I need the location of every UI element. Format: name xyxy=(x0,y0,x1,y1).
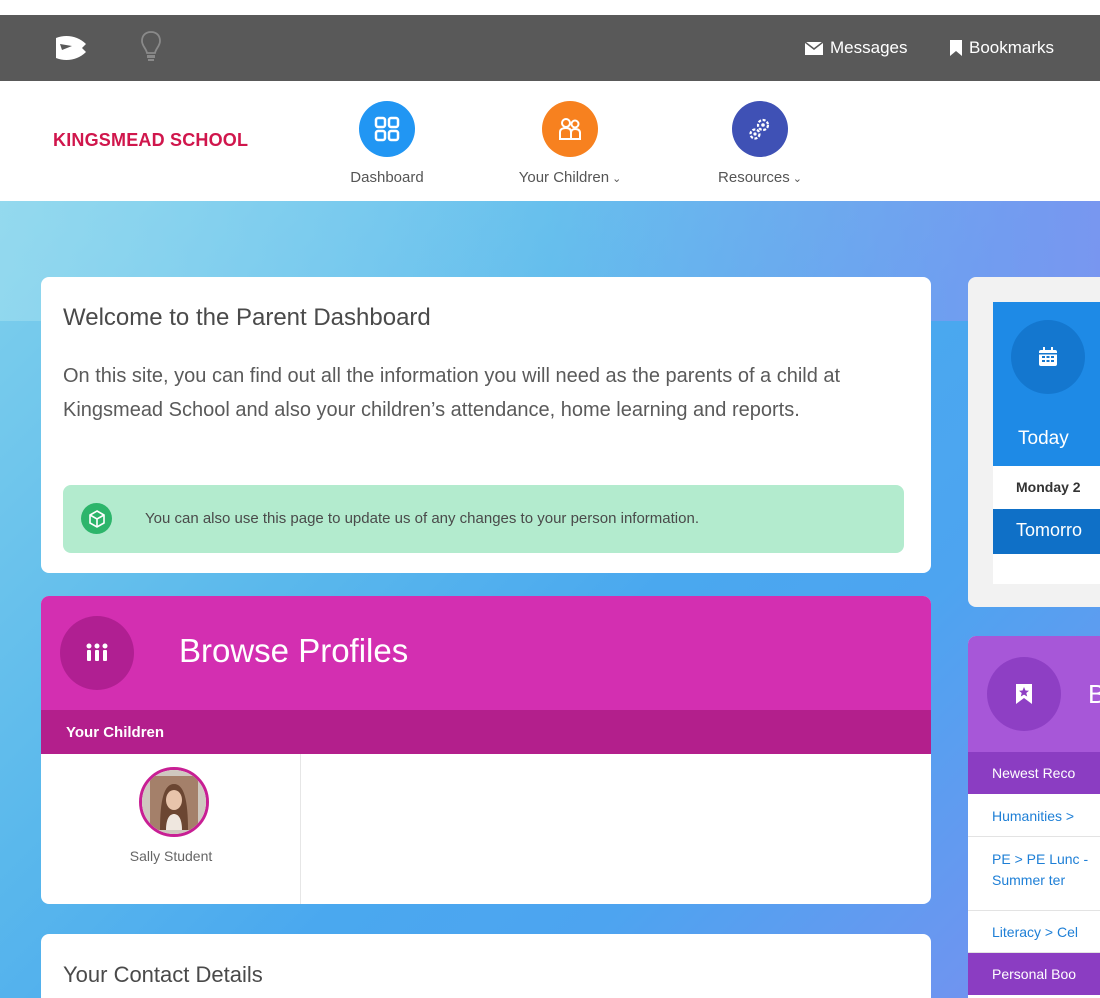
people-icon xyxy=(60,616,134,690)
bookmarks-link[interactable]: Bookmarks xyxy=(950,37,1054,59)
browse-profiles-header: Browse Profiles xyxy=(41,596,931,710)
resources-label: Resources ⌄ xyxy=(718,169,802,186)
cube-icon xyxy=(81,503,112,534)
chevron-down-icon: ⌄ xyxy=(792,173,802,185)
bookmarks-title: Bo xyxy=(1088,679,1100,709)
bookmark-link[interactable]: PE > PE Lunc - Summer ter xyxy=(968,837,1100,911)
logo-icon[interactable] xyxy=(52,34,88,62)
bookmark-link[interactable]: Humanities > xyxy=(968,794,1100,837)
bookmark-star-icon xyxy=(987,657,1061,731)
browse-profiles-title: Browse Profiles xyxy=(179,632,409,669)
chevron-down-icon: ⌄ xyxy=(612,173,622,185)
children-circle xyxy=(542,101,598,157)
newest-records-heading: Newest Reco xyxy=(968,752,1100,794)
messages-label: Messages xyxy=(830,38,908,57)
contact-details-title: Your Contact Details xyxy=(63,962,263,987)
your-children-bar: Your Children xyxy=(41,710,931,754)
lightbulb-icon[interactable] xyxy=(140,29,162,65)
calendar-tomorrow-tab[interactable]: Tomorro xyxy=(993,509,1100,554)
your-children-heading: Your Children xyxy=(66,724,165,741)
calendar-today-tab[interactable]: Today xyxy=(993,414,1100,466)
calendar-icon xyxy=(1011,320,1085,394)
welcome-card: Welcome to the Parent Dashboard On this … xyxy=(41,277,931,573)
children-label: Your Children ⌄ xyxy=(518,169,622,186)
dashboard-circle xyxy=(359,101,415,157)
contact-details-card: Your Contact Details xyxy=(41,934,931,998)
welcome-text: On this site, you can find out all the i… xyxy=(63,365,841,421)
bookmarks-widget: Bo Newest Reco Humanities > PE > PE Lunc… xyxy=(968,636,1100,998)
browse-profiles-card: Browse Profiles Your Children Sally Stud… xyxy=(41,596,931,904)
calendar-date: Monday 2 xyxy=(993,466,1100,509)
child-name[interactable]: Sally Student xyxy=(41,848,301,864)
bookmark-link[interactable]: Literacy > Cel xyxy=(968,911,1100,953)
child-profile[interactable]: Sally Student xyxy=(41,754,301,904)
avatar[interactable] xyxy=(139,767,209,837)
nav-dashboard[interactable]: Dashboard xyxy=(337,101,437,186)
top-bar: Messages Bookmarks xyxy=(0,15,1100,81)
nav-resources[interactable]: Resources ⌄ xyxy=(700,101,820,186)
calendar-header xyxy=(993,302,1100,414)
calendar-footer xyxy=(993,554,1100,584)
nav-your-children[interactable]: Your Children ⌄ xyxy=(500,101,640,186)
dashboard-label: Dashboard xyxy=(350,169,424,186)
resources-circle xyxy=(732,101,788,157)
grid-icon xyxy=(374,116,400,142)
info-notice: You can also use this page to update us … xyxy=(63,485,904,553)
welcome-title: Welcome to the Parent Dashboard xyxy=(63,304,431,331)
personal-bookmarks-heading: Personal Boo xyxy=(968,953,1100,995)
messages-link[interactable]: Messages xyxy=(805,37,907,59)
envelope-icon xyxy=(805,41,823,55)
school-name[interactable]: KINGSMEAD SCHOOL xyxy=(53,130,248,151)
calendar-widget: Today Monday 2 Tomorro xyxy=(968,277,1100,607)
notice-text: You can also use this page to update us … xyxy=(145,510,699,527)
bookmark-icon xyxy=(950,40,962,56)
site-header: KINGSMEAD SCHOOL Dashboard Your Children… xyxy=(0,81,1100,201)
children-icon xyxy=(559,118,581,140)
gears-icon xyxy=(749,118,770,140)
bookmarks-label: Bookmarks xyxy=(969,38,1055,57)
bookmarks-header: Bo xyxy=(968,636,1100,752)
